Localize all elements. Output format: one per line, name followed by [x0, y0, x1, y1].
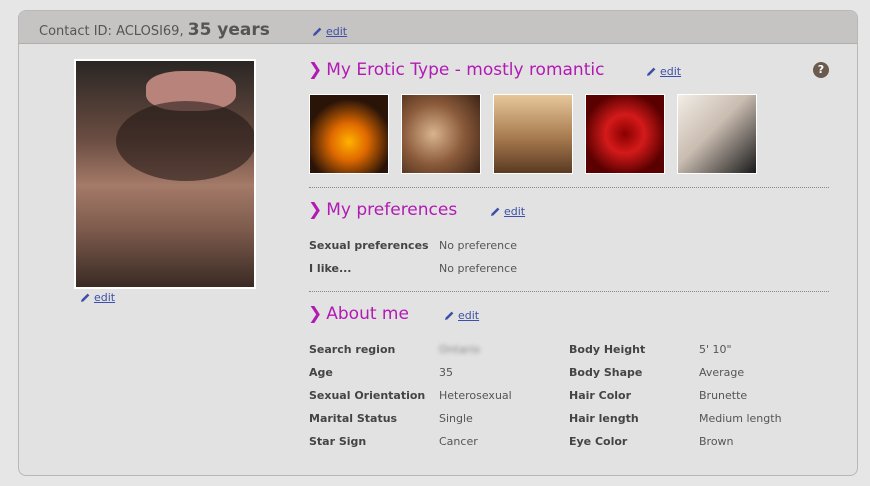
profile-photo[interactable] [74, 59, 256, 289]
photo-edit-link[interactable]: edit [79, 291, 115, 304]
about-label: Body Shape [569, 366, 643, 379]
edit-label: edit [660, 65, 682, 78]
about-label: Search region [309, 343, 396, 356]
pref-value: No preference [439, 239, 517, 252]
pref-label: Sexual preferences [309, 239, 429, 252]
about-label: Sexual Orientation [309, 389, 426, 402]
preferences-heading: ❯ My preferences [308, 200, 457, 220]
erotic-type-heading: ❯ My Erotic Type - mostly romantic [308, 60, 604, 80]
edit-label: edit [326, 25, 348, 38]
about-value: Heterosexual [439, 389, 512, 402]
about-value: Ontario [439, 343, 480, 356]
about-label: Hair Color [569, 389, 632, 402]
pref-value: No preference [439, 262, 517, 275]
edit-label: edit [504, 205, 526, 218]
about-value: Cancer [439, 435, 478, 448]
photo-beard [116, 101, 254, 181]
about-label: Star Sign [309, 435, 367, 448]
pencil-icon [491, 207, 500, 216]
erotic-image-rose[interactable] [585, 94, 665, 174]
divider [309, 291, 829, 292]
about-value: 5' 10" [699, 343, 732, 356]
about-title: About me [326, 304, 409, 324]
pref-label: I like... [309, 262, 352, 275]
about-value: Brown [699, 435, 734, 448]
about-heading: ❯ About me [308, 304, 409, 324]
panel-header: Contact ID: ACLOSI69, 35 years edit [19, 11, 857, 44]
header-edit-link[interactable]: edit [311, 25, 347, 38]
chevron-right-icon: ❯ [308, 200, 323, 220]
about-label: Body Height [569, 343, 646, 356]
divider [309, 187, 829, 188]
about-value: Single [439, 412, 473, 425]
about-label: Eye Color [569, 435, 628, 448]
about-label: Hair length [569, 412, 639, 425]
about-value: Average [699, 366, 745, 379]
preferences-title: My preferences [326, 200, 458, 220]
pencil-icon [313, 27, 322, 36]
preferences-edit-link[interactable]: edit [489, 205, 525, 218]
about-value: Brunette [699, 389, 748, 402]
contact-info: Contact ID: ACLOSI69, 35 years [39, 20, 270, 40]
profile-panel: Contact ID: ACLOSI69, 35 years edit edit… [18, 10, 858, 476]
about-value: Medium length [699, 412, 782, 425]
pencil-icon [445, 311, 454, 320]
about-label: Age [309, 366, 333, 379]
edit-label: edit [94, 291, 116, 304]
chevron-right-icon: ❯ [308, 60, 323, 80]
erotic-type-title: My Erotic Type - mostly romantic [326, 60, 605, 80]
erotic-image-bath[interactable] [401, 94, 481, 174]
pencil-icon [647, 67, 656, 76]
erotic-image-beach[interactable] [493, 94, 573, 174]
pencil-icon [81, 293, 90, 302]
about-value: 35 [439, 366, 453, 379]
erotic-type-edit-link[interactable]: edit [645, 65, 681, 78]
help-icon[interactable]: ? [813, 62, 829, 78]
erotic-image-candles[interactable] [309, 94, 389, 174]
erotic-image-lingerie[interactable] [677, 94, 757, 174]
chevron-right-icon: ❯ [308, 304, 323, 324]
contact-id: Contact ID: ACLOSI69, [39, 24, 184, 39]
about-edit-link[interactable]: edit [443, 309, 479, 322]
age-years: 35 years [187, 20, 270, 40]
about-label: Marital Status [309, 412, 398, 425]
edit-label: edit [458, 309, 480, 322]
